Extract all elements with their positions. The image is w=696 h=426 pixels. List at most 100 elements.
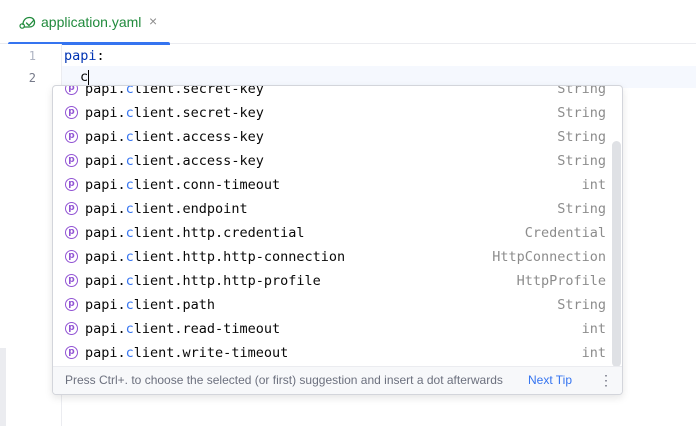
completion-item-rest: lient.path bbox=[133, 297, 216, 313]
gutter-strip bbox=[0, 348, 6, 426]
tab-application-yaml[interactable]: application.yaml × bbox=[8, 0, 170, 45]
completion-item-name: papi.client.http.credential bbox=[85, 221, 304, 245]
completion-item-match: c bbox=[125, 105, 134, 121]
completion-item[interactable]: p papi.client.access-key String bbox=[53, 149, 613, 173]
property-icon: p bbox=[65, 106, 78, 119]
completion-item-type: String bbox=[557, 85, 606, 97]
completion-item-type: int bbox=[581, 345, 606, 361]
completion-item-match: c bbox=[125, 321, 134, 337]
completion-item-rest: lient.access-key bbox=[133, 129, 264, 145]
tab-label: application.yaml bbox=[41, 14, 142, 30]
completion-item[interactable]: p papi.client.endpoint String bbox=[53, 197, 613, 221]
completion-item-type: HttpConnection bbox=[492, 249, 606, 265]
property-icon: p bbox=[65, 86, 78, 95]
property-icon: p bbox=[65, 178, 78, 191]
scrollbar-thumb[interactable] bbox=[612, 141, 621, 367]
completion-item[interactable]: p papi.client.secret-key String bbox=[53, 101, 613, 125]
property-icon: p bbox=[65, 202, 78, 215]
completion-item[interactable]: p papi.client.http.credential Credential bbox=[53, 221, 613, 245]
completion-item-rest: lient.endpoint bbox=[133, 201, 248, 217]
property-icon: p bbox=[65, 298, 78, 311]
completion-item-prefix: papi. bbox=[85, 85, 126, 97]
completion-item-name: papi.client.secret-key bbox=[85, 85, 264, 101]
completion-item[interactable]: p papi.client.conn-timeout int bbox=[53, 173, 613, 197]
completion-item-rest: lient.secret-key bbox=[133, 105, 264, 121]
completion-item-rest: lient.conn-timeout bbox=[133, 177, 281, 193]
property-icon: p bbox=[65, 226, 78, 239]
completion-item-match: c bbox=[125, 345, 134, 361]
completion-item-prefix: papi. bbox=[85, 177, 126, 193]
more-options-icon[interactable]: ⋮ bbox=[599, 367, 613, 393]
completion-item-match: c bbox=[125, 129, 134, 145]
property-icon: p bbox=[65, 274, 78, 287]
completion-item-name: papi.client.http.http-connection bbox=[85, 245, 345, 269]
completion-item-type: String bbox=[557, 201, 606, 217]
completion-popup: p papi.client.secret-key String p papi.clien… bbox=[52, 85, 623, 395]
completion-item[interactable]: p papi.client.http.http-connection HttpCon… bbox=[53, 245, 613, 269]
completion-item[interactable]: p papi.client.secret-key String bbox=[53, 85, 613, 101]
completion-item-rest: lient.http.http-connection bbox=[133, 249, 346, 265]
completion-item-match: c bbox=[125, 85, 134, 97]
completion-item-type: int bbox=[581, 177, 606, 193]
completion-item[interactable]: p papi.client.write-timeout int bbox=[53, 341, 613, 365]
yaml-file-icon bbox=[19, 16, 36, 29]
completion-item-name: papi.client.secret-key bbox=[85, 101, 264, 125]
completion-item[interactable]: p papi.client.path String bbox=[53, 293, 613, 317]
completion-item-type: String bbox=[557, 297, 606, 313]
completion-item-type: Credential bbox=[524, 225, 606, 241]
completion-item-rest: lient.write-timeout bbox=[133, 345, 289, 361]
completion-item-type: String bbox=[557, 129, 606, 145]
completion-item-name: papi.client.access-key bbox=[85, 125, 264, 149]
completion-item[interactable]: p papi.client.access-key String bbox=[53, 125, 613, 149]
completion-item-rest: lient.read-timeout bbox=[133, 321, 281, 337]
completion-item-rest: lient.secret-key bbox=[133, 85, 264, 97]
completion-item-rest: lient.access-key bbox=[133, 153, 264, 169]
yaml-colon: : bbox=[96, 48, 105, 64]
completion-item[interactable]: p papi.client.read-timeout int bbox=[53, 317, 613, 341]
completion-item-type: String bbox=[557, 153, 606, 169]
completion-item-name: papi.client.path bbox=[85, 293, 215, 317]
completion-item-match: c bbox=[125, 297, 134, 313]
completion-list: p papi.client.secret-key String p papi.clien… bbox=[53, 85, 613, 365]
line-number: 2 bbox=[28, 71, 36, 85]
property-icon: p bbox=[65, 250, 78, 263]
completion-item-name: papi.client.access-key bbox=[85, 149, 264, 173]
completion-item-prefix: papi. bbox=[85, 129, 126, 145]
completion-item-type: String bbox=[557, 105, 606, 121]
completion-item-name: papi.client.conn-timeout bbox=[85, 173, 280, 197]
code-line-1[interactable]: papi: bbox=[64, 45, 105, 67]
completion-item-match: c bbox=[125, 177, 134, 193]
completion-item-prefix: papi. bbox=[85, 321, 126, 337]
completion-item-rest: lient.http.http-profile bbox=[133, 273, 321, 289]
completion-item-prefix: papi. bbox=[85, 153, 126, 169]
close-icon[interactable]: × bbox=[149, 13, 157, 30]
yaml-key: papi bbox=[64, 48, 97, 64]
line-number: 1 bbox=[28, 49, 36, 63]
completion-item-prefix: papi. bbox=[85, 105, 126, 121]
completion-item-name: papi.client.write-timeout bbox=[85, 341, 288, 365]
editor-tab-bar: application.yaml × bbox=[0, 0, 696, 45]
completion-item-prefix: papi. bbox=[85, 297, 126, 313]
completion-item[interactable]: p papi.client.http.http-profile HttpProfil… bbox=[53, 269, 613, 293]
typed-text: c bbox=[80, 69, 89, 85]
property-icon: p bbox=[65, 130, 78, 143]
completion-item-match: c bbox=[125, 225, 134, 241]
property-icon: p bbox=[65, 322, 78, 335]
completion-item-prefix: papi. bbox=[85, 249, 126, 265]
completion-item-type: HttpProfile bbox=[516, 273, 606, 289]
completion-item-name: papi.client.http.http-profile bbox=[85, 269, 321, 293]
property-icon: p bbox=[65, 154, 78, 167]
completion-item-name: papi.client.read-timeout bbox=[85, 317, 280, 341]
completion-hint: Press Ctrl+. to choose the selected (or … bbox=[65, 373, 503, 387]
completion-item-match: c bbox=[125, 249, 134, 265]
completion-item-match: c bbox=[125, 273, 134, 289]
completion-item-type: int bbox=[581, 321, 606, 337]
completion-item-prefix: papi. bbox=[85, 225, 126, 241]
next-tip-link[interactable]: Next Tip bbox=[528, 367, 572, 393]
completion-item-rest: lient.http.credential bbox=[133, 225, 305, 241]
completion-item-match: c bbox=[125, 153, 134, 169]
completion-item-prefix: papi. bbox=[85, 273, 126, 289]
property-icon: p bbox=[65, 346, 78, 359]
completion-footer: Press Ctrl+. to choose the selected (or … bbox=[53, 366, 622, 394]
completion-item-prefix: papi. bbox=[85, 345, 126, 361]
